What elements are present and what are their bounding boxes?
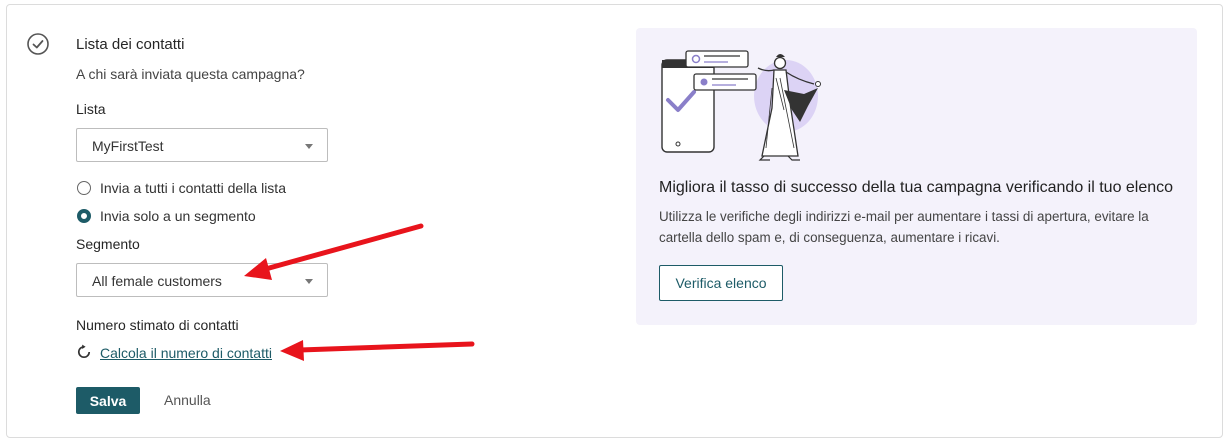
calculate-contacts-link[interactable]: Calcola il numero di contatti bbox=[100, 345, 272, 361]
radio-send-segment-button[interactable] bbox=[77, 209, 91, 223]
list-select-value: MyFirstTest bbox=[92, 138, 164, 154]
verify-list-button[interactable]: Verifica elenco bbox=[659, 265, 783, 301]
section-subtitle: A chi sarà inviata questa campagna? bbox=[76, 66, 305, 82]
radio-send-all-label: Invia a tutti i contatti della lista bbox=[100, 180, 286, 196]
save-button[interactable]: Salva bbox=[76, 387, 140, 414]
list-select[interactable]: MyFirstTest bbox=[76, 128, 328, 162]
segment-select-value: All female customers bbox=[92, 273, 222, 289]
radio-send-segment-label: Invia solo a un segmento bbox=[100, 208, 256, 224]
refresh-icon[interactable] bbox=[76, 344, 92, 360]
cancel-button[interactable]: Annulla bbox=[164, 392, 211, 408]
chevron-down-icon bbox=[305, 144, 313, 149]
promo-text: Utilizza le verifiche degli indirizzi e-… bbox=[659, 209, 1149, 245]
list-label: Lista bbox=[76, 101, 106, 117]
verification-illustration bbox=[661, 50, 821, 161]
segment-select[interactable]: All female customers bbox=[76, 263, 328, 297]
section-title: Lista dei contatti bbox=[76, 36, 185, 53]
estimate-label: Numero stimato di contatti bbox=[76, 317, 239, 333]
chevron-down-icon bbox=[305, 279, 313, 284]
radio-send-all-button[interactable] bbox=[77, 181, 91, 195]
segment-label: Segmento bbox=[76, 236, 140, 252]
verification-promo-panel: Migliora il tasso di successo della tua … bbox=[636, 28, 1197, 325]
promo-title: Migliora il tasso di successo della tua … bbox=[659, 179, 1174, 196]
check-circle-icon bbox=[27, 33, 49, 55]
